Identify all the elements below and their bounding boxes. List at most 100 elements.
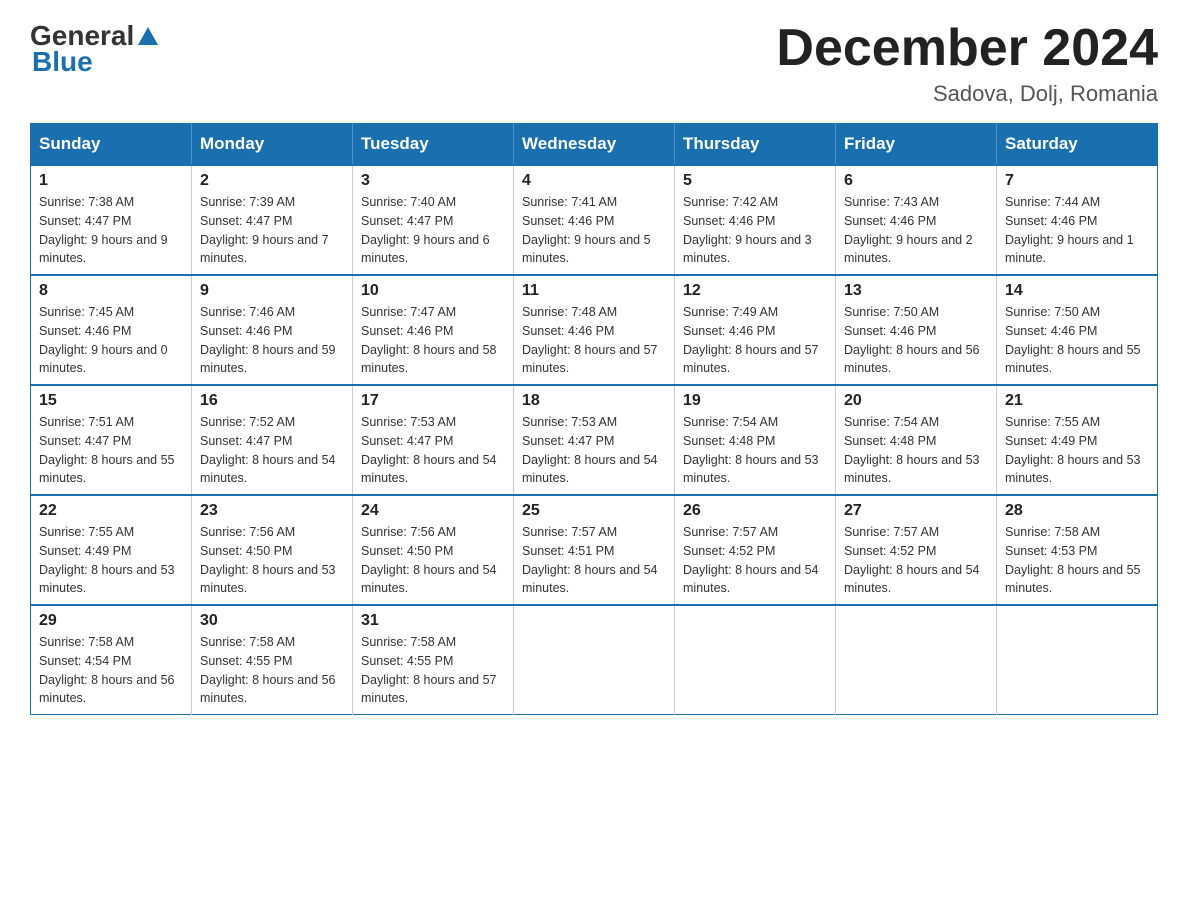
day-info: Sunrise: 7:55 AMSunset: 4:49 PMDaylight:… — [39, 523, 183, 598]
day-number: 30 — [200, 612, 344, 630]
day-info: Sunrise: 7:41 AMSunset: 4:46 PMDaylight:… — [522, 193, 666, 268]
day-number: 27 — [844, 502, 988, 520]
week-row-2: 8Sunrise: 7:45 AMSunset: 4:46 PMDaylight… — [31, 275, 1158, 385]
day-number: 17 — [361, 392, 505, 410]
table-row — [514, 605, 675, 715]
week-row-1: 1 Sunrise: 7:38 AMSunset: 4:47 PMDaylight… — [31, 165, 1158, 275]
day-number: 21 — [1005, 392, 1149, 410]
day-info: Sunrise: 7:56 AMSunset: 4:50 PMDaylight:… — [361, 523, 505, 598]
day-number: 2 — [200, 172, 344, 190]
logo-triangle-icon — [136, 25, 160, 49]
day-number: 3 — [361, 172, 505, 190]
day-info: Sunrise: 7:54 AMSunset: 4:48 PMDaylight:… — [844, 413, 988, 488]
day-number: 31 — [361, 612, 505, 630]
day-info: Sunrise: 7:55 AMSunset: 4:49 PMDaylight:… — [1005, 413, 1149, 488]
table-row: 13 Sunrise: 7:50 AMSunset: 4:46 PMDayligh… — [836, 275, 997, 385]
table-row: 16 Sunrise: 7:52 AMSunset: 4:47 PMDayligh… — [192, 385, 353, 495]
day-number: 1 — [39, 172, 183, 190]
day-number: 23 — [200, 502, 344, 520]
week-row-4: 22 Sunrise: 7:55 AMSunset: 4:49 PMDayligh… — [31, 495, 1158, 605]
weekday-header-saturday: Saturday — [997, 124, 1158, 166]
calendar-table: SundayMondayTuesdayWednesdayThursdayFrid… — [30, 123, 1158, 715]
day-info: Sunrise: 7:58 AMSunset: 4:53 PMDaylight:… — [1005, 523, 1149, 598]
table-row: 9 Sunrise: 7:46 AMSunset: 4:46 PMDaylight… — [192, 275, 353, 385]
page-header: General Blue December 2024 Sadova, Dolj,… — [30, 20, 1158, 107]
day-number: 8 — [39, 282, 183, 300]
day-info: Sunrise: 7:57 AMSunset: 4:51 PMDaylight:… — [522, 523, 666, 598]
table-row: 1 Sunrise: 7:38 AMSunset: 4:47 PMDaylight… — [31, 165, 192, 275]
day-info: Sunrise: 7:58 AMSunset: 4:54 PMDaylight:… — [39, 633, 183, 708]
table-row: 8Sunrise: 7:45 AMSunset: 4:46 PMDaylight… — [31, 275, 192, 385]
table-row: 27 Sunrise: 7:57 AMSunset: 4:52 PMDayligh… — [836, 495, 997, 605]
day-number: 24 — [361, 502, 505, 520]
day-number: 19 — [683, 392, 827, 410]
table-row: 12 Sunrise: 7:49 AMSunset: 4:46 PMDayligh… — [675, 275, 836, 385]
table-row: 3 Sunrise: 7:40 AMSunset: 4:47 PMDaylight… — [353, 165, 514, 275]
calendar-body: 1 Sunrise: 7:38 AMSunset: 4:47 PMDaylight… — [31, 165, 1158, 715]
day-info: Sunrise: 7:49 AMSunset: 4:46 PMDaylight:… — [683, 303, 827, 378]
day-info: Sunrise: 7:58 AMSunset: 4:55 PMDaylight:… — [200, 633, 344, 708]
day-info: Sunrise: 7:52 AMSunset: 4:47 PMDaylight:… — [200, 413, 344, 488]
day-info: Sunrise: 7:39 AMSunset: 4:47 PMDaylight:… — [200, 193, 344, 268]
day-number: 25 — [522, 502, 666, 520]
table-row: 26 Sunrise: 7:57 AMSunset: 4:52 PMDayligh… — [675, 495, 836, 605]
day-number: 7 — [1005, 172, 1149, 190]
day-info: Sunrise: 7:54 AMSunset: 4:48 PMDaylight:… — [683, 413, 827, 488]
day-info: Sunrise: 7:53 AMSunset: 4:47 PMDaylight:… — [361, 413, 505, 488]
day-number: 6 — [844, 172, 988, 190]
weekday-header-tuesday: Tuesday — [353, 124, 514, 166]
day-number: 4 — [522, 172, 666, 190]
day-number: 14 — [1005, 282, 1149, 300]
table-row: 4 Sunrise: 7:41 AMSunset: 4:46 PMDaylight… — [514, 165, 675, 275]
day-number: 28 — [1005, 502, 1149, 520]
day-number: 12 — [683, 282, 827, 300]
table-row: 23 Sunrise: 7:56 AMSunset: 4:50 PMDayligh… — [192, 495, 353, 605]
day-info: Sunrise: 7:47 AMSunset: 4:46 PMDaylight:… — [361, 303, 505, 378]
location-subtitle: Sadova, Dolj, Romania — [776, 81, 1158, 107]
day-info: Sunrise: 7:57 AMSunset: 4:52 PMDaylight:… — [683, 523, 827, 598]
table-row: 19 Sunrise: 7:54 AMSunset: 4:48 PMDayligh… — [675, 385, 836, 495]
table-row: 24 Sunrise: 7:56 AMSunset: 4:50 PMDayligh… — [353, 495, 514, 605]
day-info: Sunrise: 7:50 AMSunset: 4:46 PMDaylight:… — [844, 303, 988, 378]
table-row: 6 Sunrise: 7:43 AMSunset: 4:46 PMDaylight… — [836, 165, 997, 275]
table-row — [997, 605, 1158, 715]
day-info: Sunrise: 7:40 AMSunset: 4:47 PMDaylight:… — [361, 193, 505, 268]
table-row: 17 Sunrise: 7:53 AMSunset: 4:47 PMDayligh… — [353, 385, 514, 495]
weekday-header-wednesday: Wednesday — [514, 124, 675, 166]
day-number: 26 — [683, 502, 827, 520]
day-number: 16 — [200, 392, 344, 410]
table-row: 29 Sunrise: 7:58 AMSunset: 4:54 PMDayligh… — [31, 605, 192, 715]
table-row: 7Sunrise: 7:44 AMSunset: 4:46 PMDaylight… — [997, 165, 1158, 275]
table-row: 5Sunrise: 7:42 AMSunset: 4:46 PMDaylight… — [675, 165, 836, 275]
day-info: Sunrise: 7:51 AMSunset: 4:47 PMDaylight:… — [39, 413, 183, 488]
day-number: 18 — [522, 392, 666, 410]
weekday-header-monday: Monday — [192, 124, 353, 166]
day-info: Sunrise: 7:42 AMSunset: 4:46 PMDaylight:… — [683, 193, 827, 268]
day-info: Sunrise: 7:38 AMSunset: 4:47 PMDaylight:… — [39, 193, 183, 268]
day-number: 10 — [361, 282, 505, 300]
weekday-header-friday: Friday — [836, 124, 997, 166]
day-info: Sunrise: 7:46 AMSunset: 4:46 PMDaylight:… — [200, 303, 344, 378]
table-row: 20Sunrise: 7:54 AMSunset: 4:48 PMDayligh… — [836, 385, 997, 495]
day-info: Sunrise: 7:58 AMSunset: 4:55 PMDaylight:… — [361, 633, 505, 708]
day-number: 11 — [522, 282, 666, 300]
day-number: 9 — [200, 282, 344, 300]
table-row: 10 Sunrise: 7:47 AMSunset: 4:46 PMDayligh… — [353, 275, 514, 385]
week-row-3: 15Sunrise: 7:51 AMSunset: 4:47 PMDayligh… — [31, 385, 1158, 495]
day-info: Sunrise: 7:56 AMSunset: 4:50 PMDaylight:… — [200, 523, 344, 598]
table-row — [675, 605, 836, 715]
title-block: December 2024 Sadova, Dolj, Romania — [776, 20, 1158, 107]
table-row: 11 Sunrise: 7:48 AMSunset: 4:46 PMDayligh… — [514, 275, 675, 385]
table-row: 31 Sunrise: 7:58 AMSunset: 4:55 PMDayligh… — [353, 605, 514, 715]
day-number: 29 — [39, 612, 183, 630]
weekday-header-row: SundayMondayTuesdayWednesdayThursdayFrid… — [31, 124, 1158, 166]
day-info: Sunrise: 7:57 AMSunset: 4:52 PMDaylight:… — [844, 523, 988, 598]
day-number: 22 — [39, 502, 183, 520]
day-number: 13 — [844, 282, 988, 300]
day-info: Sunrise: 7:43 AMSunset: 4:46 PMDaylight:… — [844, 193, 988, 268]
weekday-header-thursday: Thursday — [675, 124, 836, 166]
day-info: Sunrise: 7:48 AMSunset: 4:46 PMDaylight:… — [522, 303, 666, 378]
table-row: 28 Sunrise: 7:58 AMSunset: 4:53 PMDayligh… — [997, 495, 1158, 605]
table-row: 2 Sunrise: 7:39 AMSunset: 4:47 PMDaylight… — [192, 165, 353, 275]
weekday-header-sunday: Sunday — [31, 124, 192, 166]
